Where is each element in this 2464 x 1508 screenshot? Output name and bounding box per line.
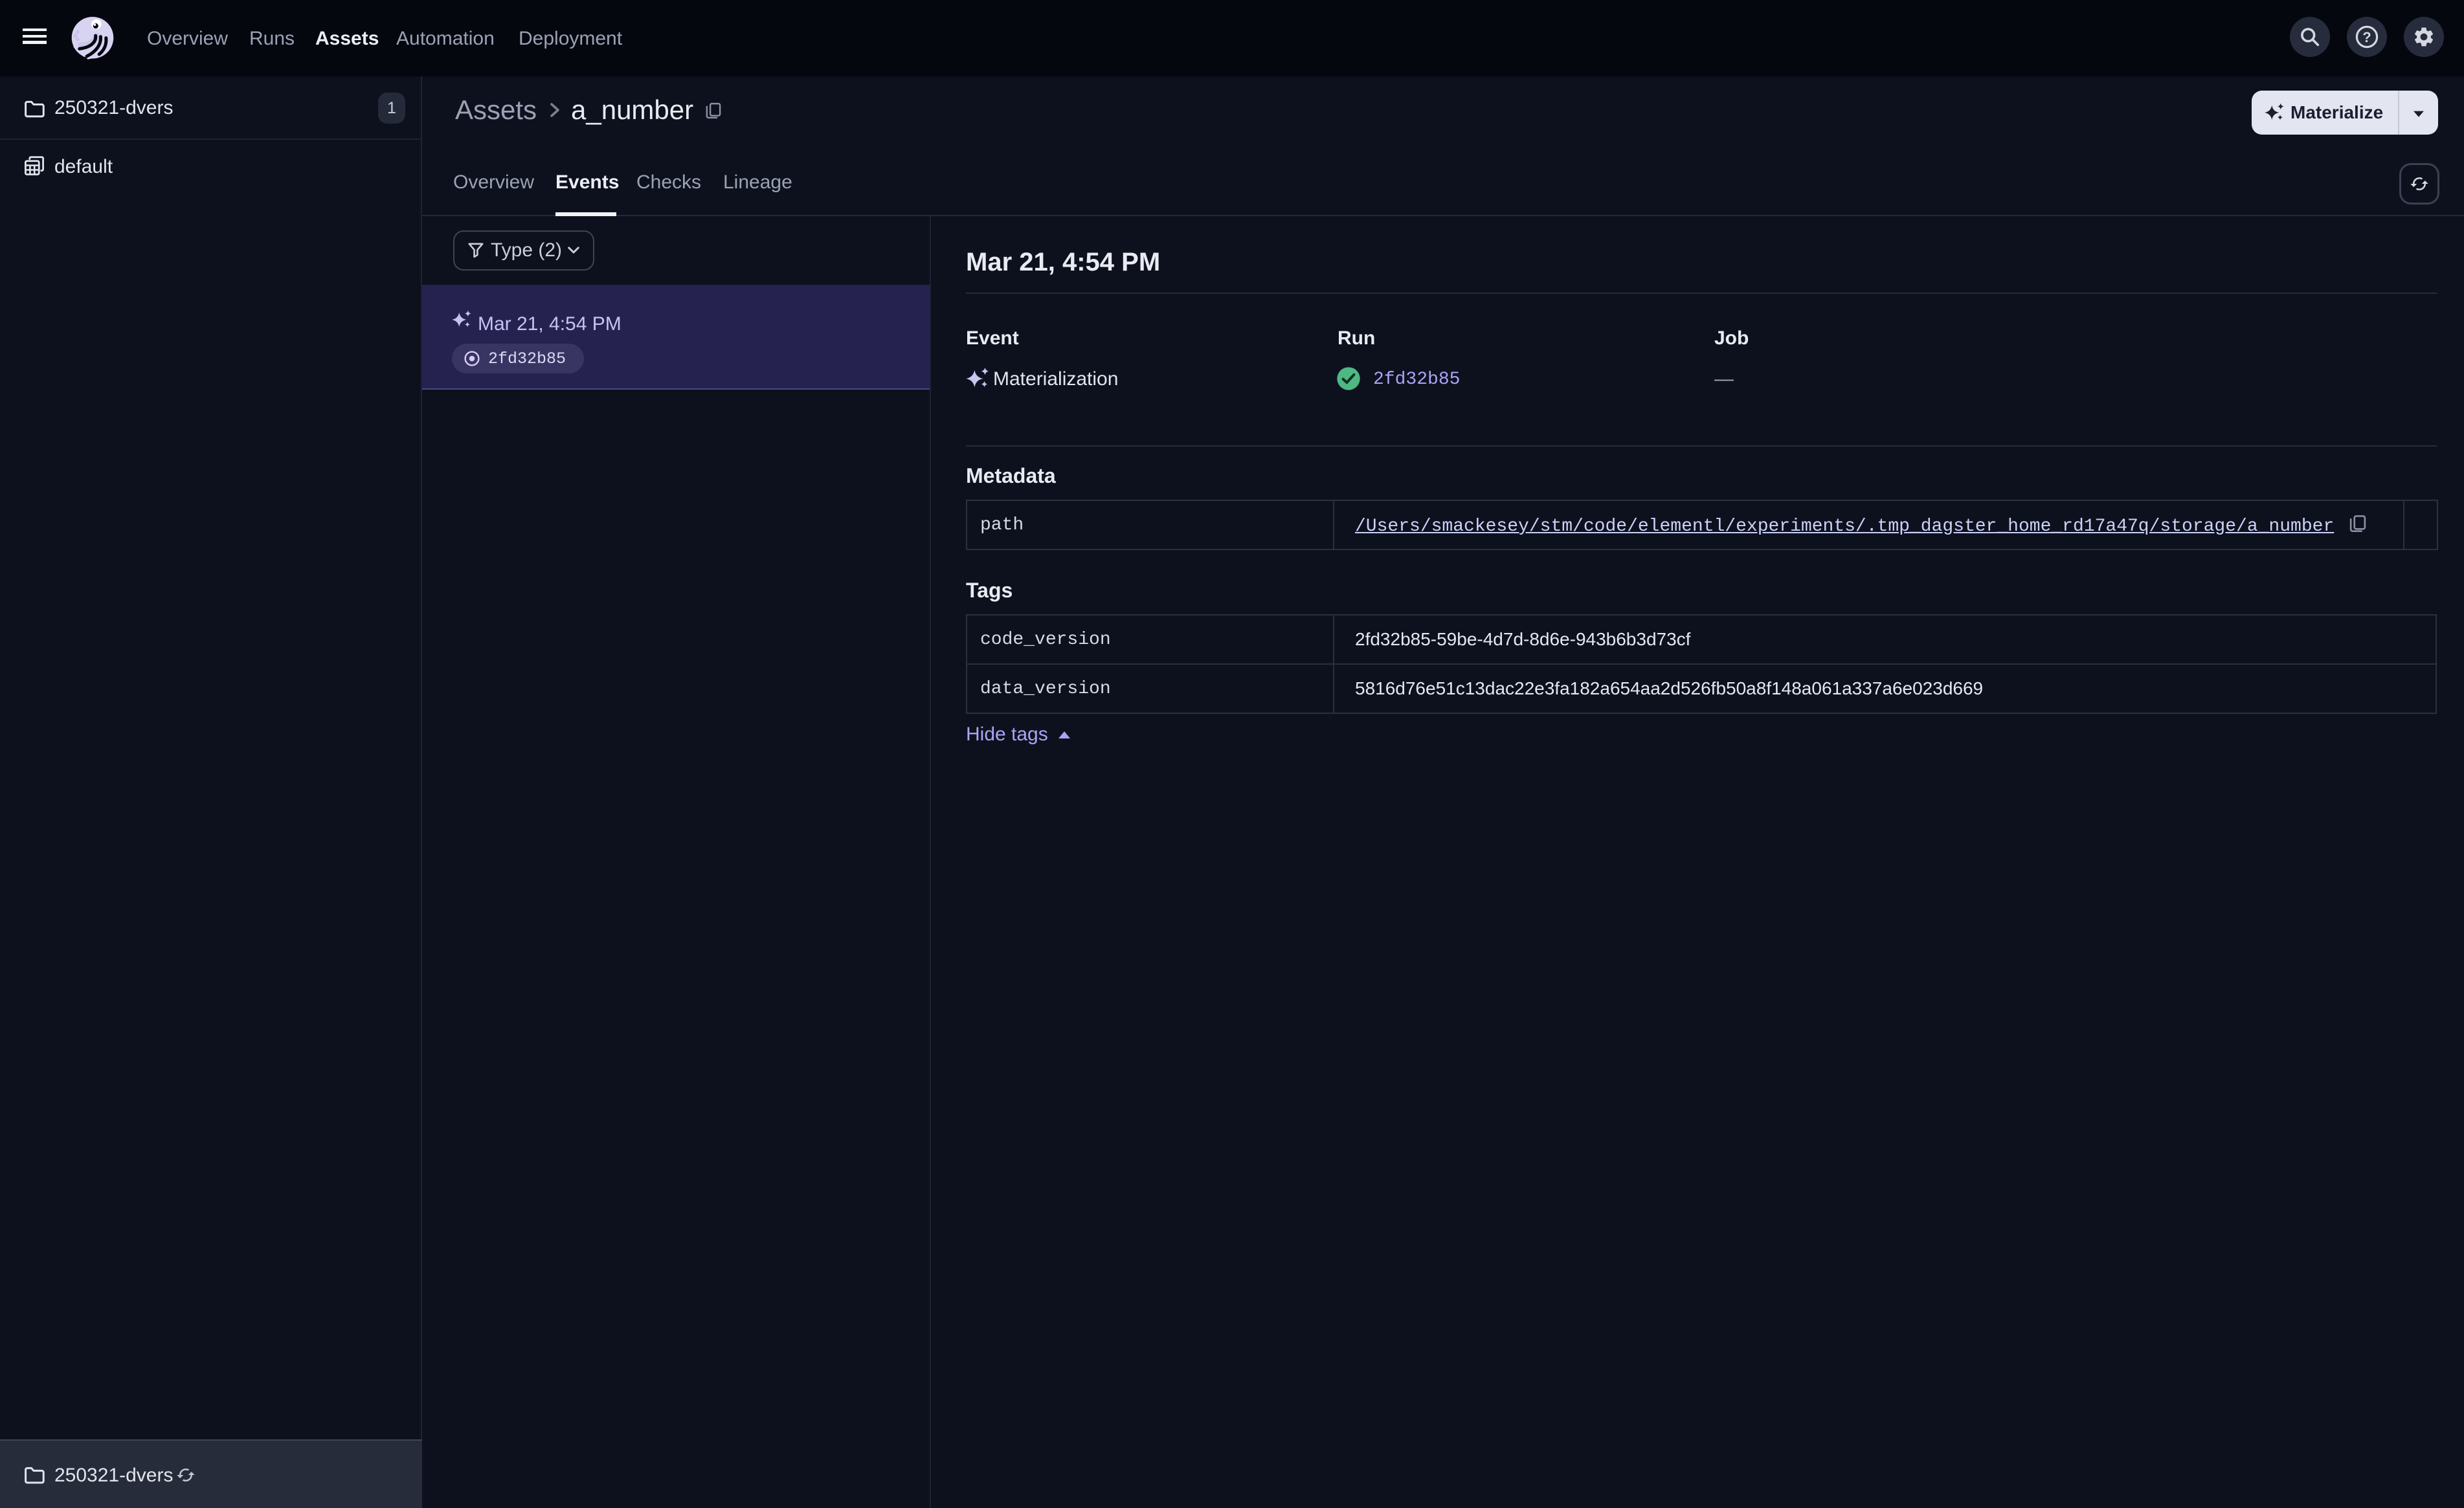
- svg-text:?: ?: [2362, 29, 2371, 45]
